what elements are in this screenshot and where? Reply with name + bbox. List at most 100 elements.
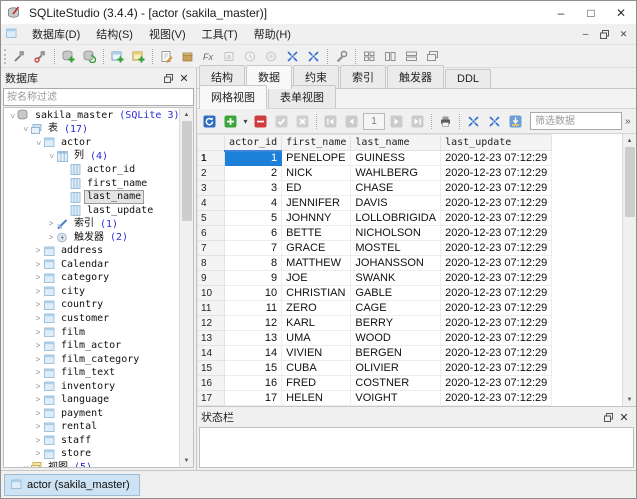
- page-number-input[interactable]: [363, 113, 385, 130]
- table-row[interactable]: 33EDCHASE2020-12-23 07:12:29: [198, 181, 552, 196]
- tree-item-first_name[interactable]: first_name: [4, 177, 179, 191]
- table-row[interactable]: 88MATTHEWJOHANSSON2020-12-23 07:12:29: [198, 256, 552, 271]
- cell-actor_id[interactable]: 2: [225, 166, 282, 181]
- row-header-17[interactable]: 17: [198, 391, 225, 406]
- refresh-icon[interactable]: [199, 112, 220, 131]
- float-panel-icon[interactable]: [160, 71, 176, 86]
- table-row[interactable]: 1515CUBAOLIVIER2020-12-23 07:12:29: [198, 361, 552, 376]
- menu-item-0[interactable]: 数据库(D): [24, 24, 88, 44]
- maximize-button[interactable]: □: [576, 1, 606, 24]
- cell-last_update[interactable]: 2020-12-23 07:12:29: [441, 226, 552, 241]
- row-header-2[interactable]: 2: [198, 166, 225, 181]
- table-row[interactable]: 1616FREDCOSTNER2020-12-23 07:12:29: [198, 376, 552, 391]
- mdi-tile-icon[interactable]: [359, 47, 380, 66]
- tree-item-actor[interactable]: >actor: [4, 136, 179, 150]
- column-header-last_update[interactable]: last_update: [441, 135, 552, 151]
- tree-item-Calendar[interactable]: >Calendar: [4, 258, 179, 272]
- table-row[interactable]: 66BETTENICHOLSON2020-12-23 07:12:29: [198, 226, 552, 241]
- new-sql-editor-icon[interactable]: [107, 47, 128, 66]
- table-row[interactable]: 1313UMAWOOD2020-12-23 07:12:29: [198, 331, 552, 346]
- tree-item-city[interactable]: >city: [4, 285, 179, 299]
- chevron-closed-icon[interactable]: >: [33, 288, 43, 296]
- cell-first_name[interactable]: CUBA: [282, 361, 351, 376]
- row-header-7[interactable]: 7: [198, 241, 225, 256]
- table-row[interactable]: 1717HELENVOIGHT2020-12-23 07:12:29: [198, 391, 552, 406]
- cell-first_name[interactable]: HELEN: [282, 391, 351, 406]
- cell-first_name[interactable]: FRED: [282, 376, 351, 391]
- mdi-cascade-icon[interactable]: [422, 47, 443, 66]
- cell-actor_id[interactable]: 13: [225, 331, 282, 346]
- tree-item-film_actor[interactable]: >film_actor: [4, 339, 179, 353]
- cell-actor_id[interactable]: 10: [225, 286, 282, 301]
- cell-actor_id[interactable]: 14: [225, 346, 282, 361]
- cell-last_name[interactable]: VOIGHT: [351, 391, 441, 406]
- insert-row-icon[interactable]: [220, 112, 241, 131]
- row-header-13[interactable]: 13: [198, 331, 225, 346]
- chevron-closed-icon[interactable]: >: [33, 247, 43, 255]
- cell-first_name[interactable]: NICK: [282, 166, 351, 181]
- tree-filter-input[interactable]: [3, 88, 194, 106]
- column-header-first_name[interactable]: first_name: [282, 135, 351, 151]
- mdi-minimize-button[interactable]: –: [577, 27, 594, 42]
- grid-scrollbar-thumb[interactable]: [625, 147, 635, 217]
- cell-last_update[interactable]: 2020-12-23 07:12:29: [441, 301, 552, 316]
- cell-actor_id[interactable]: 11: [225, 301, 282, 316]
- tree-item-触发器[interactable]: >触发器(2): [4, 231, 179, 245]
- close-button[interactable]: ✕: [606, 1, 636, 24]
- cell-last_update[interactable]: 2020-12-23 07:12:29: [441, 256, 552, 271]
- chevron-closed-icon[interactable]: >: [33, 410, 43, 418]
- column-header-last_name[interactable]: last_name: [351, 135, 441, 151]
- connect-icon[interactable]: [9, 47, 30, 66]
- row-header-1[interactable]: 1: [198, 151, 225, 166]
- cell-actor_id[interactable]: 9: [225, 271, 282, 286]
- row-header-15[interactable]: 15: [198, 361, 225, 376]
- cell-first_name[interactable]: JOHNNY: [282, 211, 351, 226]
- cell-first_name[interactable]: UMA: [282, 331, 351, 346]
- commit-icon[interactable]: [271, 112, 292, 131]
- viewtab-网格视图[interactable]: 网格视图: [199, 85, 267, 109]
- chevron-closed-icon[interactable]: >: [33, 261, 43, 269]
- table-row[interactable]: 1414VIVIENBERGEN2020-12-23 07:12:29: [198, 346, 552, 361]
- table-row[interactable]: 99JOESWANK2020-12-23 07:12:29: [198, 271, 552, 286]
- toolbar-overflow-icon[interactable]: »: [625, 116, 631, 127]
- cell-first_name[interactable]: BETTE: [282, 226, 351, 241]
- close-panel-icon[interactable]: ✕: [176, 71, 192, 86]
- cell-last_name[interactable]: BERRY: [351, 316, 441, 331]
- table-row[interactable]: 22NICKWAHLBERG2020-12-23 07:12:29: [198, 166, 552, 181]
- cell-last_name[interactable]: LOLLOBRIGIDA: [351, 211, 441, 226]
- cell-actor_id[interactable]: 1: [225, 151, 282, 166]
- cell-first_name[interactable]: ZERO: [282, 301, 351, 316]
- mdi-rows-icon[interactable]: [401, 47, 422, 66]
- cell-last_name[interactable]: BERGEN: [351, 346, 441, 361]
- cell-last_update[interactable]: 2020-12-23 07:12:29: [441, 316, 552, 331]
- import-data-icon[interactable]: [177, 47, 198, 66]
- cell-first_name[interactable]: JENNIFER: [282, 196, 351, 211]
- cell-last_update[interactable]: 2020-12-23 07:12:29: [441, 286, 552, 301]
- cell-last_update[interactable]: 2020-12-23 07:12:29: [441, 331, 552, 346]
- chevron-open-icon[interactable]: >: [34, 138, 42, 148]
- taskbar-tab-0[interactable]: actor (sakila_master): [4, 474, 140, 496]
- cell-last_update[interactable]: 2020-12-23 07:12:29: [441, 346, 552, 361]
- cell-first_name[interactable]: PENELOPE: [282, 151, 351, 166]
- cell-first_name[interactable]: CHRISTIAN: [282, 286, 351, 301]
- cell-actor_id[interactable]: 16: [225, 376, 282, 391]
- tree-item-actor_id[interactable]: actor_id: [4, 163, 179, 177]
- ddl-history-icon[interactable]: [128, 47, 149, 66]
- cell-last_name[interactable]: CHASE: [351, 181, 441, 196]
- row-header-6[interactable]: 6: [198, 226, 225, 241]
- cell-actor_id[interactable]: 15: [225, 361, 282, 376]
- cell-last_name[interactable]: WAHLBERG: [351, 166, 441, 181]
- cell-last_update[interactable]: 2020-12-23 07:12:29: [441, 166, 552, 181]
- cell-first_name[interactable]: ED: [282, 181, 351, 196]
- tree-item-payment[interactable]: >payment: [4, 407, 179, 421]
- refresh-database-icon[interactable]: [79, 47, 100, 66]
- row-header-5[interactable]: 5: [198, 211, 225, 226]
- cell-first_name[interactable]: KARL: [282, 316, 351, 331]
- cell-actor_id[interactable]: 5: [225, 211, 282, 226]
- row-header-16[interactable]: 16: [198, 376, 225, 391]
- tree-item-表[interactable]: >表(17): [4, 123, 179, 137]
- cell-last_name[interactable]: SWANK: [351, 271, 441, 286]
- cell-actor_id[interactable]: 12: [225, 316, 282, 331]
- cell-last_update[interactable]: 2020-12-23 07:12:29: [441, 391, 552, 406]
- grid-filter-input[interactable]: [530, 112, 622, 130]
